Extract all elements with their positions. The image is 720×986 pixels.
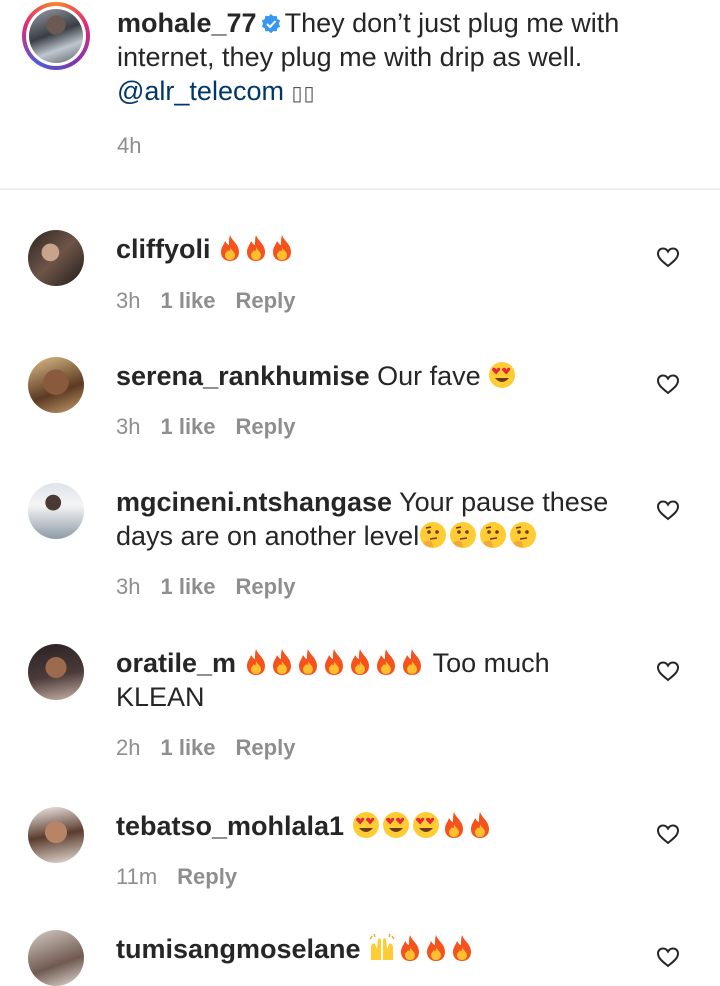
fire-emoji-icon [400,648,424,676]
fire-emoji-icon [322,648,346,676]
comment-meta: 3h 1 like Reply [116,574,295,600]
like-heart-icon[interactable] [656,946,680,968]
fire-emoji-icon [468,811,492,839]
fire-emoji-icon [450,934,474,962]
heart-eyes-emoji-icon [352,811,380,839]
thinking-emoji-icon [419,521,447,549]
comment-timestamp: 3h [116,414,141,439]
avatar[interactable] [28,807,84,863]
caption-timestamp: 4h [117,133,142,158]
avatar[interactable] [28,357,84,413]
divider [0,188,720,190]
fire-emoji-icon [374,648,398,676]
comment-body: tumisangmoselane [116,932,636,966]
fire-emoji-icon [244,648,268,676]
heart-eyes-emoji-icon [488,361,516,389]
fire-emoji-icon [296,648,320,676]
comment-emoji-run [488,361,518,391]
comment-meta: 3h 1 like Reply [116,288,295,314]
comment-emoji-run [218,234,296,264]
verified-badge-icon [261,14,280,34]
heart-eyes-emoji-icon [412,811,440,839]
fire-emoji-icon [270,648,294,676]
fire-emoji-icon [348,648,372,676]
thinking-emoji-icon [479,521,507,549]
fire-emoji-icon [442,811,466,839]
avatar[interactable] [28,230,84,286]
like-heart-icon[interactable] [656,660,680,682]
thinking-emoji-icon [509,521,537,549]
heart-eyes-emoji-icon [382,811,410,839]
comment-meta: 11m Reply [116,864,237,890]
caption-unrendered-glyphs: ▯▯ [291,83,316,105]
comment-username[interactable]: tebatso_mohlala1 [116,811,344,841]
comment-body: cliffyoli [116,232,636,266]
comment-likes-link[interactable]: 1 like [160,735,215,760]
like-heart-icon[interactable] [656,246,680,268]
comment-username[interactable]: serena_rankhumise [116,361,370,391]
comment-body: tebatso_mohlala1 [116,809,636,843]
comment-timestamp: 3h [116,574,141,599]
comment-timestamp: 2h [116,735,141,760]
comment-body: serena_rankhumise Our fave [116,359,636,393]
post-caption: mohale_77 They don’t just plug me with in… [0,0,720,188]
avatar[interactable] [28,644,84,700]
comment-text: Our fave [377,361,481,391]
comment-username[interactable]: cliffyoli [116,234,211,264]
caption-mention-link[interactable]: @alr_telecom [117,76,284,106]
caption-text-block: mohale_77 They don’t just plug me with in… [117,6,677,111]
comment-body: mgcineni.ntshangase Your pause these day… [116,485,636,553]
reply-button[interactable]: Reply [236,574,296,599]
avatar [29,9,83,63]
comment-meta: 2h 1 like Reply [116,735,295,761]
reply-button[interactable]: Reply [236,735,296,760]
comment-meta: 3h 1 like Reply [116,414,295,440]
reply-button[interactable]: Reply [177,864,237,889]
like-heart-icon[interactable] [656,499,680,521]
comment-likes-link[interactable]: 1 like [160,288,215,313]
comment-emoji-run [419,521,539,551]
comment-username[interactable]: oratile_m [116,648,236,678]
fire-emoji-icon [244,234,268,262]
avatar[interactable] [28,930,84,986]
fire-emoji-icon [398,934,422,962]
fire-emoji-icon [270,234,294,262]
reply-button[interactable]: Reply [236,288,296,313]
like-heart-icon[interactable] [656,373,680,395]
like-heart-icon[interactable] [656,823,680,845]
comment-likes-link[interactable]: 1 like [160,574,215,599]
comment-username[interactable]: mgcineni.ntshangase [116,487,392,517]
fire-emoji-icon [218,234,242,262]
comment-timestamp: 11m [116,864,158,889]
fire-emoji-icon [424,934,448,962]
comment-body: oratile_m Too much KLEAN [116,646,636,714]
comment-emoji-run [352,811,494,841]
thinking-emoji-icon [449,521,477,549]
comment-timestamp: 3h [116,288,141,313]
reply-button[interactable]: Reply [236,414,296,439]
avatar[interactable] [28,483,84,539]
caption-avatar-story-ring[interactable] [22,2,90,70]
raised-hands-emoji-icon [368,934,396,962]
comment-emoji-run [244,648,426,678]
comment-likes-link[interactable]: 1 like [160,414,215,439]
caption-username[interactable]: mohale_77 [117,8,257,38]
